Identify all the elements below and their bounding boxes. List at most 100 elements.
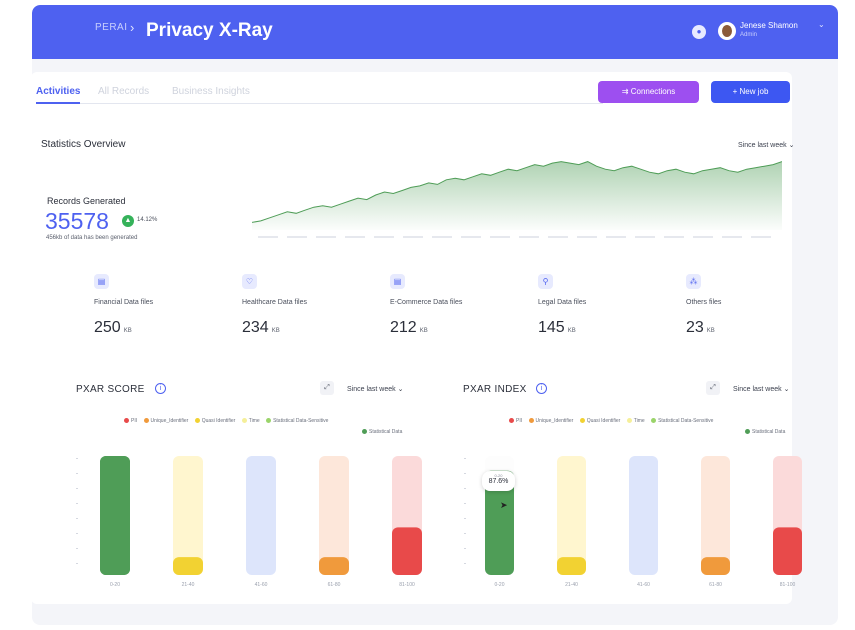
legend-item-unique-identifier[interactable]: Unique_Identifier xyxy=(528,418,573,424)
legend-dot xyxy=(745,429,750,434)
records-subtext: 456kb of data has been generated xyxy=(46,235,138,241)
legend-dot xyxy=(194,418,200,423)
pxar-index-title: PXAR INDEX xyxy=(463,384,527,395)
breadcrumb-root[interactable]: PERAI xyxy=(95,22,128,33)
y-tick xyxy=(76,518,78,519)
legend-dot xyxy=(528,418,534,423)
bar[interactable] xyxy=(557,557,586,575)
bar[interactable] xyxy=(773,527,802,575)
x-tick-label xyxy=(490,236,510,238)
x-tick-label xyxy=(403,236,423,238)
score-legend: PII Unique_Identifier Quasi Identifier T… xyxy=(124,418,407,440)
expand-icon[interactable]: ⤢ xyxy=(320,381,334,395)
stat-label: Others files xyxy=(686,299,722,306)
growth-up-icon: ▲ xyxy=(122,215,134,227)
x-tick-label: 0-20 xyxy=(494,582,504,588)
x-tick-label xyxy=(345,236,365,238)
stat-card-healthcare: ♡ Healthcare Data files 234 KB xyxy=(242,274,382,364)
top-bar: PERAI › Privacy X-Ray ● Jenese Shamon Ad… xyxy=(32,5,838,59)
x-tick-label: 81-100 xyxy=(399,582,415,588)
y-tick xyxy=(464,458,466,459)
x-tick-label xyxy=(287,236,307,238)
bar[interactable] xyxy=(319,557,349,575)
legend-dot xyxy=(143,418,149,423)
stat-card-ecommerce: ▤ E-Commerce Data files 212 KB xyxy=(390,274,530,364)
stat-value: 234 KB xyxy=(242,319,280,336)
x-tick-label xyxy=(751,236,771,238)
legend-item-statistical-sensitive[interactable]: Statistical Data-Sensitive xyxy=(266,418,328,424)
expand-icon[interactable]: ⤢ xyxy=(706,381,720,395)
index-legend: PII Unique_Identifier Quasi Identifier T… xyxy=(509,418,790,440)
index-range-dropdown[interactable]: Since last week ⌄ xyxy=(733,385,789,393)
legend-item-quasi-identifier[interactable]: Quasi Identifier xyxy=(579,418,620,424)
mouse-cursor-icon: ➤ xyxy=(500,500,508,510)
legend-dot xyxy=(241,418,247,423)
y-tick xyxy=(76,503,78,504)
y-tick xyxy=(76,458,78,459)
y-tick xyxy=(464,548,466,549)
info-icon[interactable]: i xyxy=(155,383,166,394)
y-tick xyxy=(76,473,78,474)
bar[interactable] xyxy=(100,456,130,575)
legend-dot xyxy=(651,418,657,423)
records-value: 35578 xyxy=(45,208,109,234)
x-tick-label xyxy=(577,236,597,238)
y-tick xyxy=(76,563,78,564)
user-name[interactable]: Jenese Shamon xyxy=(740,21,798,30)
bar-track xyxy=(246,456,276,575)
new-job-button[interactable]: + New job xyxy=(711,81,790,103)
pxar-index-chart: 0-20 21-40 41-60 61-80 81-100 xyxy=(464,456,802,588)
others-icon: ⁂ xyxy=(686,274,701,289)
info-icon[interactable]: i xyxy=(536,383,547,394)
legend-item-unique-identifier[interactable]: Unique_Identifier xyxy=(143,418,188,424)
legend-item-statistical-sensitive[interactable]: Statistical Data-Sensitive xyxy=(651,418,713,424)
statistics-overview-title: Statistics Overview xyxy=(41,139,126,150)
x-tick-label: 21-40 xyxy=(565,582,578,588)
connections-button[interactable]: ⇉ Connections xyxy=(598,81,699,103)
legend-item-statistical-data[interactable]: Statistical Data xyxy=(745,429,785,435)
stat-value: 23 KB xyxy=(686,319,715,336)
bar[interactable] xyxy=(392,527,422,575)
legend-item-statistical-data[interactable]: Statistical Data xyxy=(362,429,402,435)
legend-dot xyxy=(579,418,585,423)
x-tick-label xyxy=(374,236,394,238)
x-tick-label: 41-60 xyxy=(637,582,650,588)
records-area-chart xyxy=(252,161,782,238)
y-tick xyxy=(76,533,78,534)
legend-item-pii[interactable]: PII xyxy=(509,418,522,424)
tab-business-insights[interactable]: Business Insights xyxy=(172,86,250,97)
x-tick-label: 41-60 xyxy=(255,582,268,588)
area-fill xyxy=(252,161,782,230)
score-range-dropdown[interactable]: Since last week ⌄ xyxy=(347,385,403,393)
pxar-score-chart: 0-20 21-40 41-60 61-80 81-100 xyxy=(76,456,422,588)
x-tick-label xyxy=(606,236,626,238)
legend-item-time[interactable]: Time xyxy=(241,418,260,424)
overview-range-dropdown[interactable]: Since last week ⌄ xyxy=(738,141,794,149)
tab-all-records[interactable]: All Records xyxy=(98,86,149,97)
x-tick-label xyxy=(548,236,568,238)
tooltip-value: 87.6% xyxy=(488,478,509,485)
records-growth: 14.12% xyxy=(137,217,158,223)
y-tick xyxy=(464,488,466,489)
x-tick-label: 61-80 xyxy=(328,582,341,588)
legend-item-time[interactable]: Time xyxy=(626,418,645,424)
healthcare-icon: ♡ xyxy=(242,274,257,289)
legend-item-quasi-identifier[interactable]: Quasi Identifier xyxy=(194,418,235,424)
x-tick-label: 0-20 xyxy=(110,582,120,588)
legend-dot xyxy=(362,429,367,434)
ecommerce-icon: ▤ xyxy=(390,274,405,289)
bar[interactable] xyxy=(701,557,730,575)
avatar[interactable] xyxy=(718,22,736,40)
x-tick-label xyxy=(519,236,539,238)
tab-activities[interactable]: Activities xyxy=(36,86,81,104)
chevron-down-icon[interactable]: ⌄ xyxy=(818,20,825,29)
y-tick xyxy=(464,563,466,564)
bell-icon[interactable]: ● xyxy=(692,25,706,39)
stat-value: 250 KB xyxy=(94,319,132,336)
bar-tooltip: 0-20 87.6% xyxy=(482,471,515,491)
y-tick xyxy=(76,488,78,489)
stat-card-others: ⁂ Others files 23 KB xyxy=(686,274,826,364)
legend-item-pii[interactable]: PII xyxy=(124,418,137,424)
y-tick xyxy=(464,518,466,519)
bar[interactable] xyxy=(173,557,203,575)
